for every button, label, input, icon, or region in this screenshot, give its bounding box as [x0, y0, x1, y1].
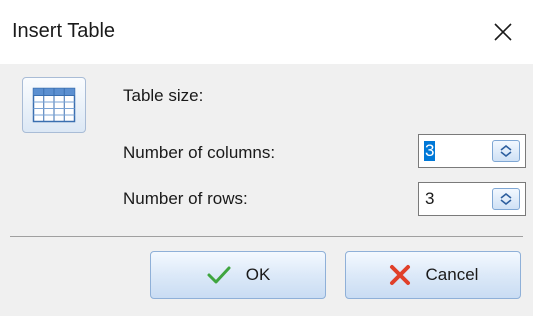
rows-value[interactable]: 3: [424, 189, 435, 209]
close-button[interactable]: [473, 0, 533, 64]
columns-spinbox[interactable]: 3: [418, 134, 526, 168]
ok-button-label: OK: [245, 265, 271, 284]
x-cross-icon: [388, 263, 412, 287]
close-icon: [494, 23, 512, 41]
table-grid-icon: [22, 77, 86, 133]
table-size-label: Table size:: [123, 86, 204, 105]
columns-spin-button[interactable]: [492, 140, 520, 162]
title-bar: Insert Table: [0, 0, 533, 64]
columns-label: Number of columns:: [123, 143, 276, 162]
ok-button[interactable]: OK: [150, 251, 326, 299]
cancel-button[interactable]: Cancel: [345, 251, 521, 299]
checkmark-icon: [206, 264, 232, 286]
separator: [10, 236, 523, 237]
rows-spin-button[interactable]: [492, 188, 520, 210]
insert-table-dialog: Insert Table Table size: Number of colum…: [0, 0, 533, 316]
rows-label: Number of rows:: [123, 189, 248, 208]
columns-value[interactable]: 3: [424, 141, 436, 161]
spin-arrows-icon: [500, 192, 512, 206]
rows-spinbox[interactable]: 3: [418, 182, 526, 216]
cancel-button-label: Cancel: [425, 265, 479, 284]
spin-arrows-icon: [500, 144, 512, 158]
dialog-title: Insert Table: [12, 20, 116, 42]
